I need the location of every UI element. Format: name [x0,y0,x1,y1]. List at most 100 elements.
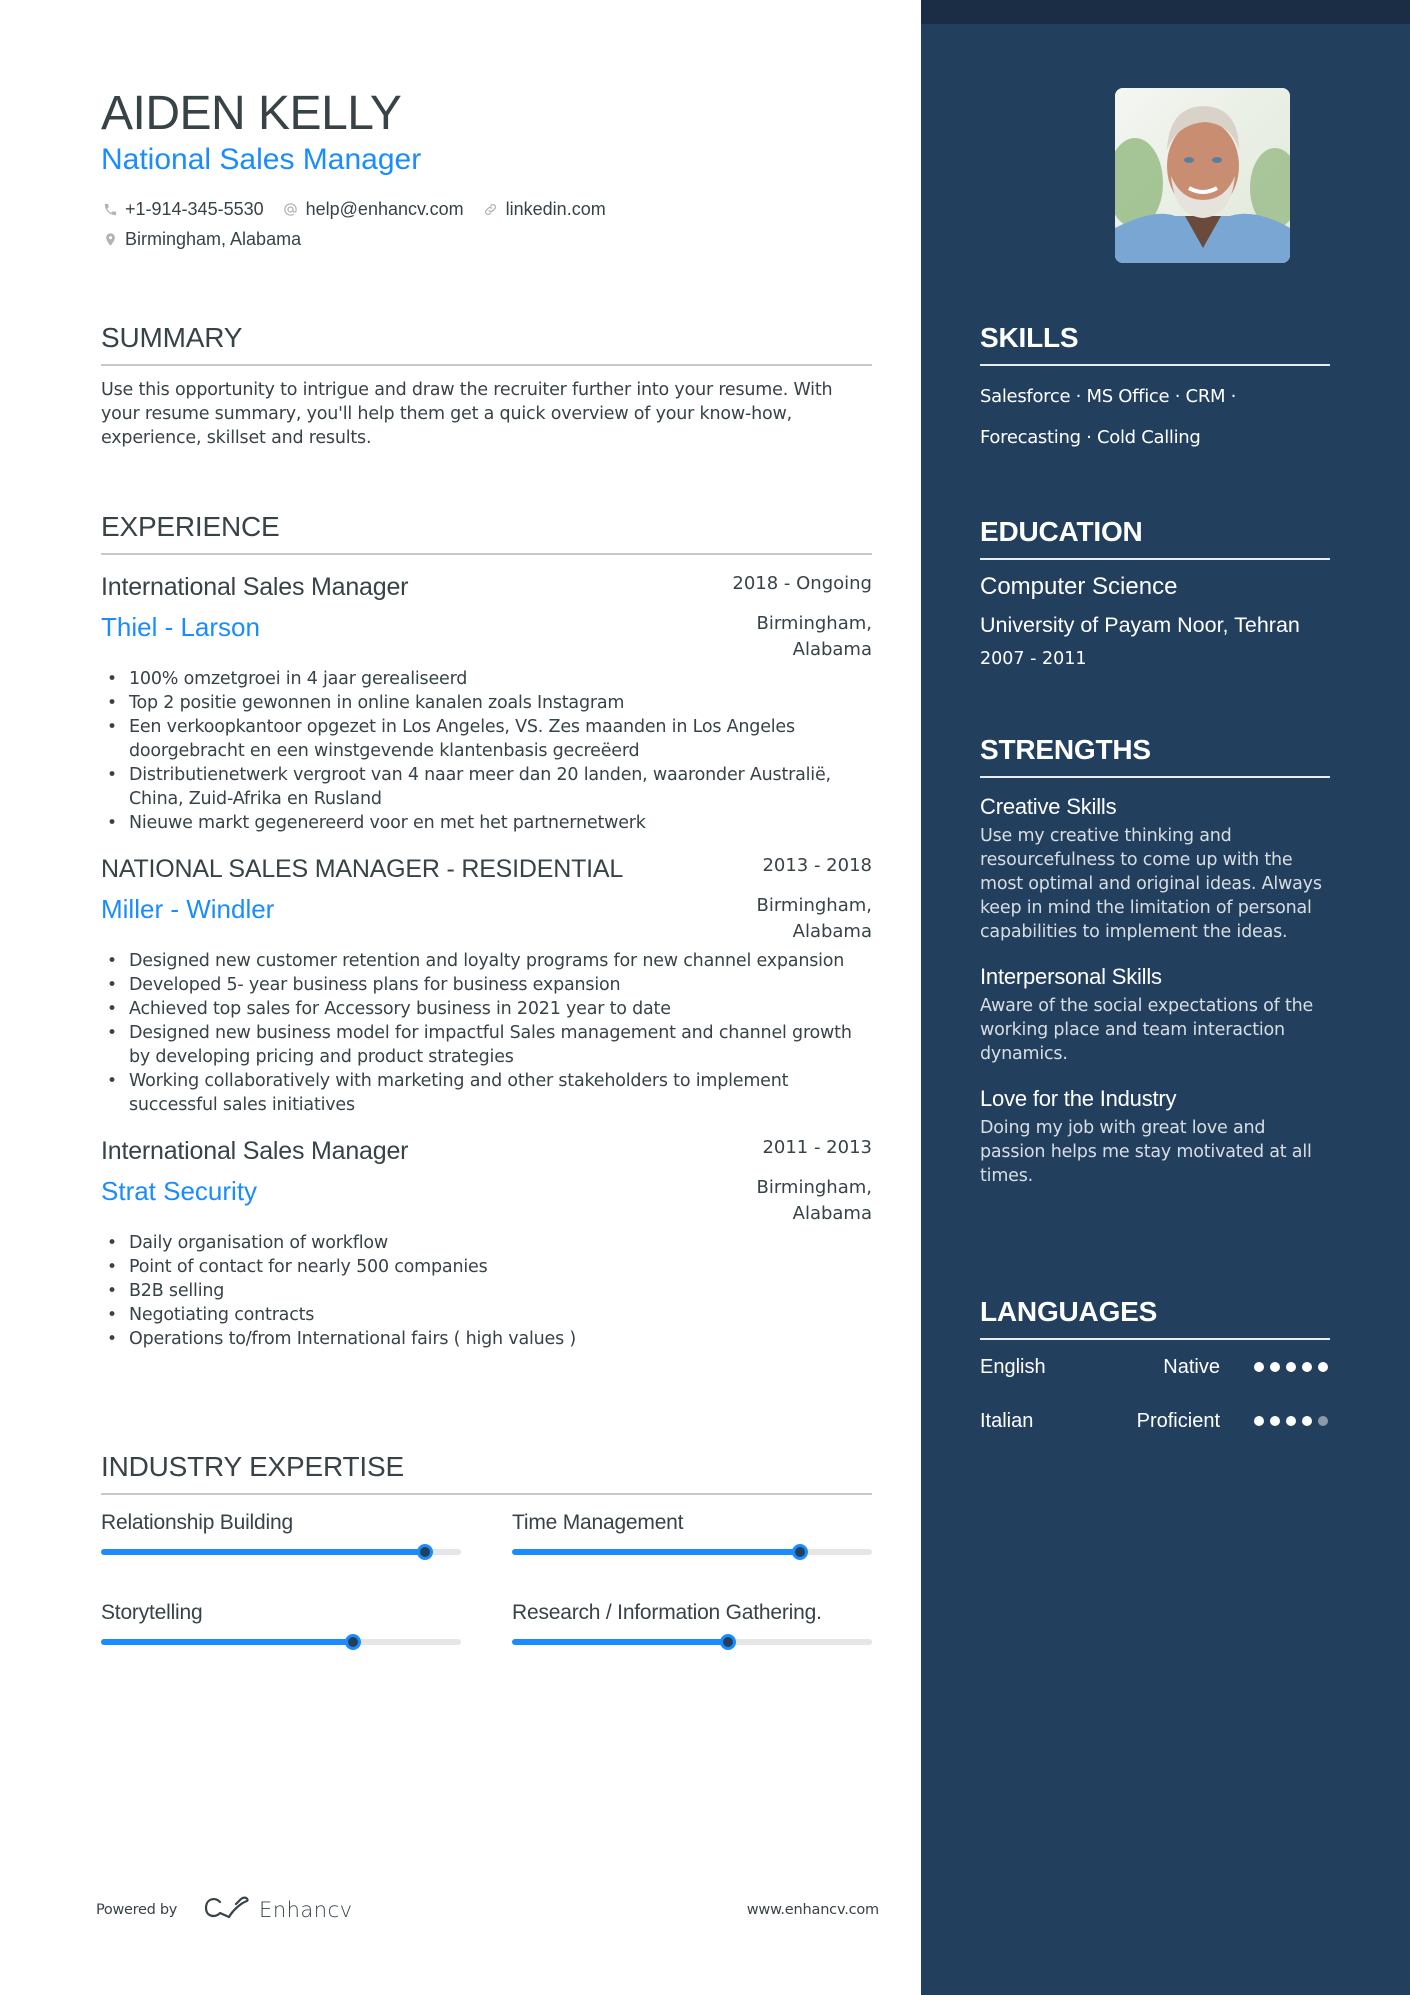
summary-text: Use this opportunity to intrigue and dra… [101,380,833,448]
profile-photo-illustration [1115,88,1290,263]
strength-description: Aware of the social expectations of the … [980,996,1314,1064]
expertise-level-bar [512,1544,872,1560]
contact-row: Birmingham, Alabama [101,226,872,252]
rating-dot-filled [1270,1362,1280,1372]
expertise-item: Storytelling [101,1599,461,1689]
expertise-level-fill [512,1549,800,1555]
expertise-label: Research / Information Gathering. [512,1601,822,1624]
job-dates: 2018 - Ongoing [732,573,872,594]
expertise-level-bar [512,1634,872,1650]
education-degree: Computer Science [980,573,1178,600]
job-bullet: Nieuwe markt gegenereerd voor en met het… [101,811,872,835]
language-rating [1254,1362,1328,1372]
footer: Powered by Enhancv www.enhancv.com [96,1896,879,1924]
main-column: AIDEN KELLY National Sales Manager +1-91… [0,0,921,1995]
job-dates: 2011 - 2013 [762,1137,872,1158]
expertise-item: Time Management [512,1509,872,1599]
enhancv-brand-name: Enhancv [259,1898,353,1922]
expertise-item: Research / Information Gathering. [512,1599,872,1689]
job-bullet: Een verkoopkantoor opgezet in Los Angele… [101,715,872,763]
job-bullet: Daily organisation of workflow [101,1231,872,1255]
language-name: Italian [980,1409,1034,1432]
job-location: Birmingham, Alabama [756,613,873,660]
expertise-level-fill [512,1639,728,1645]
expertise-level-knob [720,1634,736,1650]
expertise-item: Relationship Building [101,1509,461,1599]
rating-dot-filled [1318,1362,1328,1372]
languages-section: LANGUAGES English Native Italian Profici… [980,1294,1330,1448]
strengths-heading: STRENGTHS [980,734,1151,765]
website-link[interactable]: www.enhancv.com [747,1902,879,1918]
industry-expertise-section: INDUSTRY EXPERTISE Relationship Building… [101,1449,872,1689]
contact-email[interactable]: help@enhancv.com [282,199,464,220]
job-role: International Sales Manager [101,573,409,601]
job-bullet: Developed 5- year business plans for bus… [101,973,872,997]
job-bullet: Point of contact for nearly 500 companie… [101,1255,872,1279]
strength-title: Interpersonal Skills [980,964,1162,989]
job-entry: NATIONAL SALES MANAGER - RESIDENTIAL 201… [101,853,872,1117]
job-bullet: Working collaboratively with marketing a… [101,1069,872,1117]
job-dates: 2013 - 2018 [762,855,872,876]
job-bullet: B2B selling [101,1279,872,1303]
rating-dot-filled [1254,1362,1264,1372]
rating-dot-filled [1302,1362,1312,1372]
section-divider [101,553,872,555]
phone-text: +1-914-345-5530 [125,198,264,219]
section-divider [980,558,1330,560]
education-school: University of Payam Noor, Tehran [980,613,1300,637]
sidebar-top-band [921,0,1410,24]
language-row: Italian Proficient [980,1394,1330,1448]
rating-dot-filled [1254,1416,1264,1426]
enhancv-brand-link[interactable]: Enhancv [203,1895,353,1926]
sidebar: SKILLS Salesforce · MS Office · CRM · Fo… [921,0,1410,1995]
email-text: help@enhancv.com [305,198,464,219]
link-icon [482,200,500,218]
job-bullets: Designed new customer retention and loya… [101,949,872,1117]
expertise-grid: Relationship Building Time Management St… [101,1509,872,1689]
strength-description: Use my creative thinking and resourceful… [980,826,1322,942]
job-bullet: Negotiating contracts [101,1303,872,1327]
phone-icon [101,200,119,218]
job-entry: International Sales Manager 2011 - 2013 … [101,1135,872,1351]
strength-title: Love for the Industry [980,1086,1177,1111]
expertise-level-fill [101,1549,425,1555]
experience-section: EXPERIENCE International Sales Manager 2… [101,509,872,1351]
enhancv-logo-icon [203,1895,259,1926]
job-bullet: Achieved top sales for Accessory busines… [101,997,872,1021]
strength-item: Love for the Industry Doing my job with … [980,1084,1330,1188]
location-text: Birmingham, Alabama [125,228,302,249]
link-text: linkedin.com [505,198,606,219]
expertise-level-knob [345,1634,361,1650]
contact-row: +1-914-345-5530 help@enhancv.com linkedi… [101,196,872,222]
contact-phone[interactable]: +1-914-345-5530 [101,199,264,220]
job-entry: International Sales Manager 2018 - Ongoi… [101,571,872,835]
rating-dot-filled [1286,1416,1296,1426]
summary-section: SUMMARY Use this opportunity to intrigue… [101,320,872,450]
location-pin-icon [101,230,119,248]
job-location: Birmingham, Alabama [756,895,873,942]
job-bullets: 100% omzetgroei in 4 jaar gerealiseerd T… [101,667,872,835]
candidate-title: National Sales Manager [101,143,422,176]
section-divider [101,364,872,366]
job-role: International Sales Manager [101,1137,409,1165]
skills-section: SKILLS Salesforce · MS Office · CRM · Fo… [980,320,1330,458]
education-years: 2007 - 2011 [980,649,1087,669]
expertise-level-knob [792,1544,808,1560]
strength-title: Creative Skills [980,794,1117,819]
strength-item: Interpersonal Skills Aware of the social… [980,962,1330,1066]
strength-item: Creative Skills Use my creative thinking… [980,792,1330,944]
contact-link[interactable]: linkedin.com [482,199,606,220]
job-bullet: Top 2 positie gewonnen in online kanalen… [101,691,872,715]
expertise-level-fill [101,1639,353,1645]
rating-dot-filled [1270,1416,1280,1426]
rating-dot-filled [1302,1416,1312,1426]
language-level: Proficient [1136,1409,1220,1432]
section-divider [980,776,1330,778]
expertise-label: Time Management [512,1511,684,1534]
job-role: NATIONAL SALES MANAGER - RESIDENTIAL [101,855,624,883]
section-divider [101,1493,872,1495]
language-row: English Native [980,1340,1330,1394]
language-level: Native [1163,1355,1220,1378]
candidate-name: AIDEN KELLY [101,87,402,140]
job-company: Strat Security [101,1176,258,1206]
